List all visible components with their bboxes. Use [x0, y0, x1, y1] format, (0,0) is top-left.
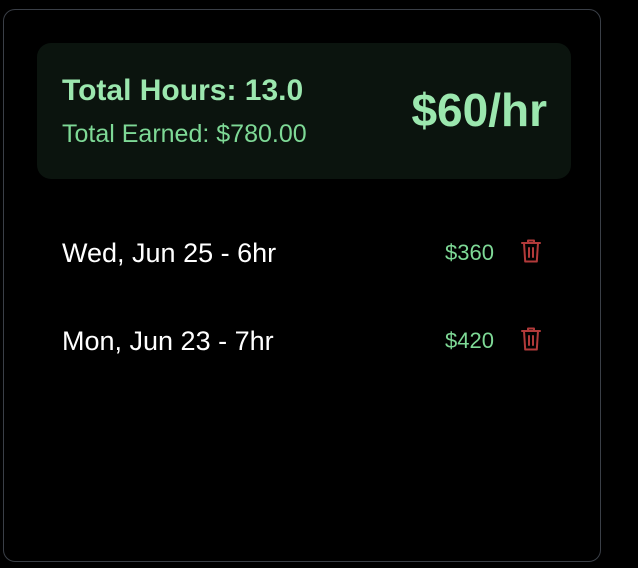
entry-label: Wed, Jun 25 - 6hr: [62, 238, 277, 268]
entry-amount: $360: [445, 240, 494, 265]
trash-icon[interactable]: [520, 238, 542, 264]
hourly-rate: $60/hr: [411, 84, 547, 136]
entry-label: Mon, Jun 23 - 7hr: [62, 326, 274, 356]
entry-amount: $420: [445, 328, 494, 353]
total-hours: Total Hours: 13.0: [62, 74, 304, 107]
list-item: Wed, Jun 25 - 6hr $360: [62, 232, 552, 272]
list-item: Mon, Jun 23 - 7hr $420: [62, 320, 552, 360]
trash-icon[interactable]: [520, 326, 542, 352]
timesheet-card: Total Hours: 13.0 Total Earned: $780.00 …: [3, 9, 601, 562]
total-earned: Total Earned: $780.00: [62, 120, 307, 148]
summary-panel: Total Hours: 13.0 Total Earned: $780.00 …: [37, 43, 571, 179]
